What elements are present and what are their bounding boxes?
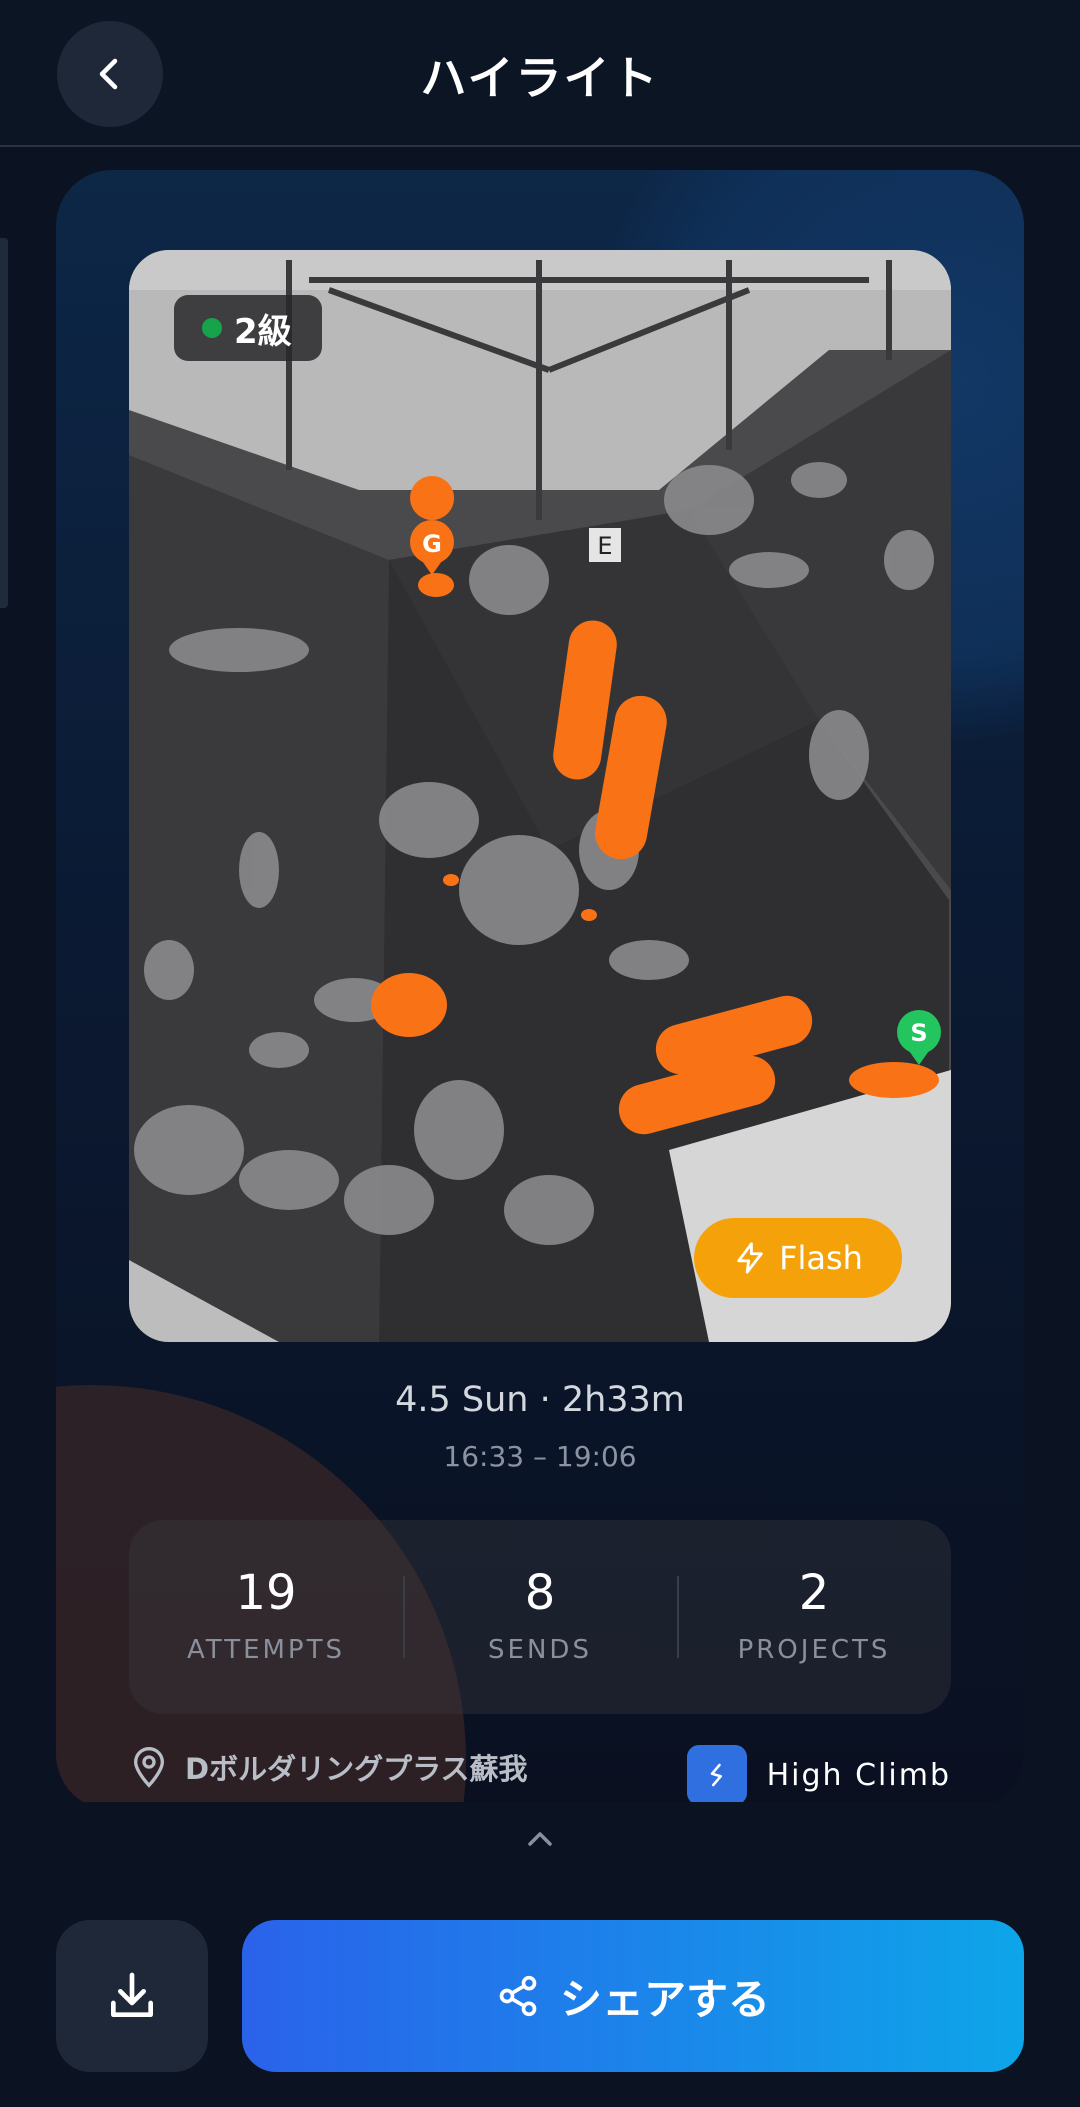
stat-projects: 2 PROJECTS (677, 1520, 951, 1714)
bottom-bar: シェアする (0, 1802, 1080, 2107)
chevron-up-icon (528, 1832, 552, 1846)
climbing-wall-image: G S E (129, 250, 951, 1342)
stat-label: PROJECTS (737, 1635, 891, 1665)
header: ハイライト (0, 0, 1080, 147)
app-name: High Climb (766, 1757, 951, 1793)
side-handle[interactable] (0, 238, 8, 608)
flash-label: Flash (779, 1239, 863, 1277)
gym-name: Dボルダリングプラス蘇我 (185, 1752, 528, 1786)
grade-label: 2級 (234, 311, 292, 352)
session-date: 4.5 Sun · 2h33m (395, 1380, 685, 1420)
flash-badge: Flash (694, 1218, 902, 1298)
stats-panel: 19 ATTEMPTS 8 SENDS 2 PROJECTS (129, 1520, 951, 1714)
share-button[interactable]: シェアする (242, 1920, 1024, 2072)
stat-label: ATTEMPTS (187, 1635, 345, 1665)
stat-label: SENDS (488, 1635, 592, 1665)
highlight-card: G S E 2級 Flash 4.5 Sun · 2h33m 16:33 – 1… (56, 170, 1024, 1810)
stat-value: 8 (524, 1565, 556, 1621)
download-button[interactable] (56, 1920, 208, 2072)
lightning-icon (737, 1242, 763, 1274)
share-label: シェアする (559, 1974, 770, 2024)
stat-value: 19 (235, 1565, 297, 1621)
share-icon (499, 1975, 537, 2017)
expand-button[interactable] (520, 1824, 560, 1858)
start-marker-label: S (910, 1019, 927, 1047)
grade-color-dot (202, 318, 222, 338)
download-icon (111, 1972, 154, 2017)
climber-icon (710, 1763, 722, 1787)
app-brand: High Climb (686, 1745, 951, 1805)
grade-badge: 2級 (174, 295, 322, 361)
footer-row: Dボルダリングプラス蘇我 High Climb (129, 1745, 951, 1805)
stat-value: 2 (798, 1565, 830, 1621)
wall-label: E (597, 532, 612, 560)
stat-attempts: 19 ATTEMPTS (129, 1520, 403, 1714)
app-logo-icon (686, 1745, 747, 1805)
gym-location: Dボルダリングプラス蘇我 (129, 1745, 528, 1789)
location-pin-icon (133, 1747, 165, 1788)
session-time-range: 16:33 – 19:06 (443, 1440, 637, 1473)
goal-marker-label: G (422, 530, 442, 558)
stat-sends: 8 SENDS (403, 1520, 677, 1714)
page-title: ハイライト (420, 51, 660, 105)
climb-photo: G S E 2級 Flash (129, 250, 951, 1342)
